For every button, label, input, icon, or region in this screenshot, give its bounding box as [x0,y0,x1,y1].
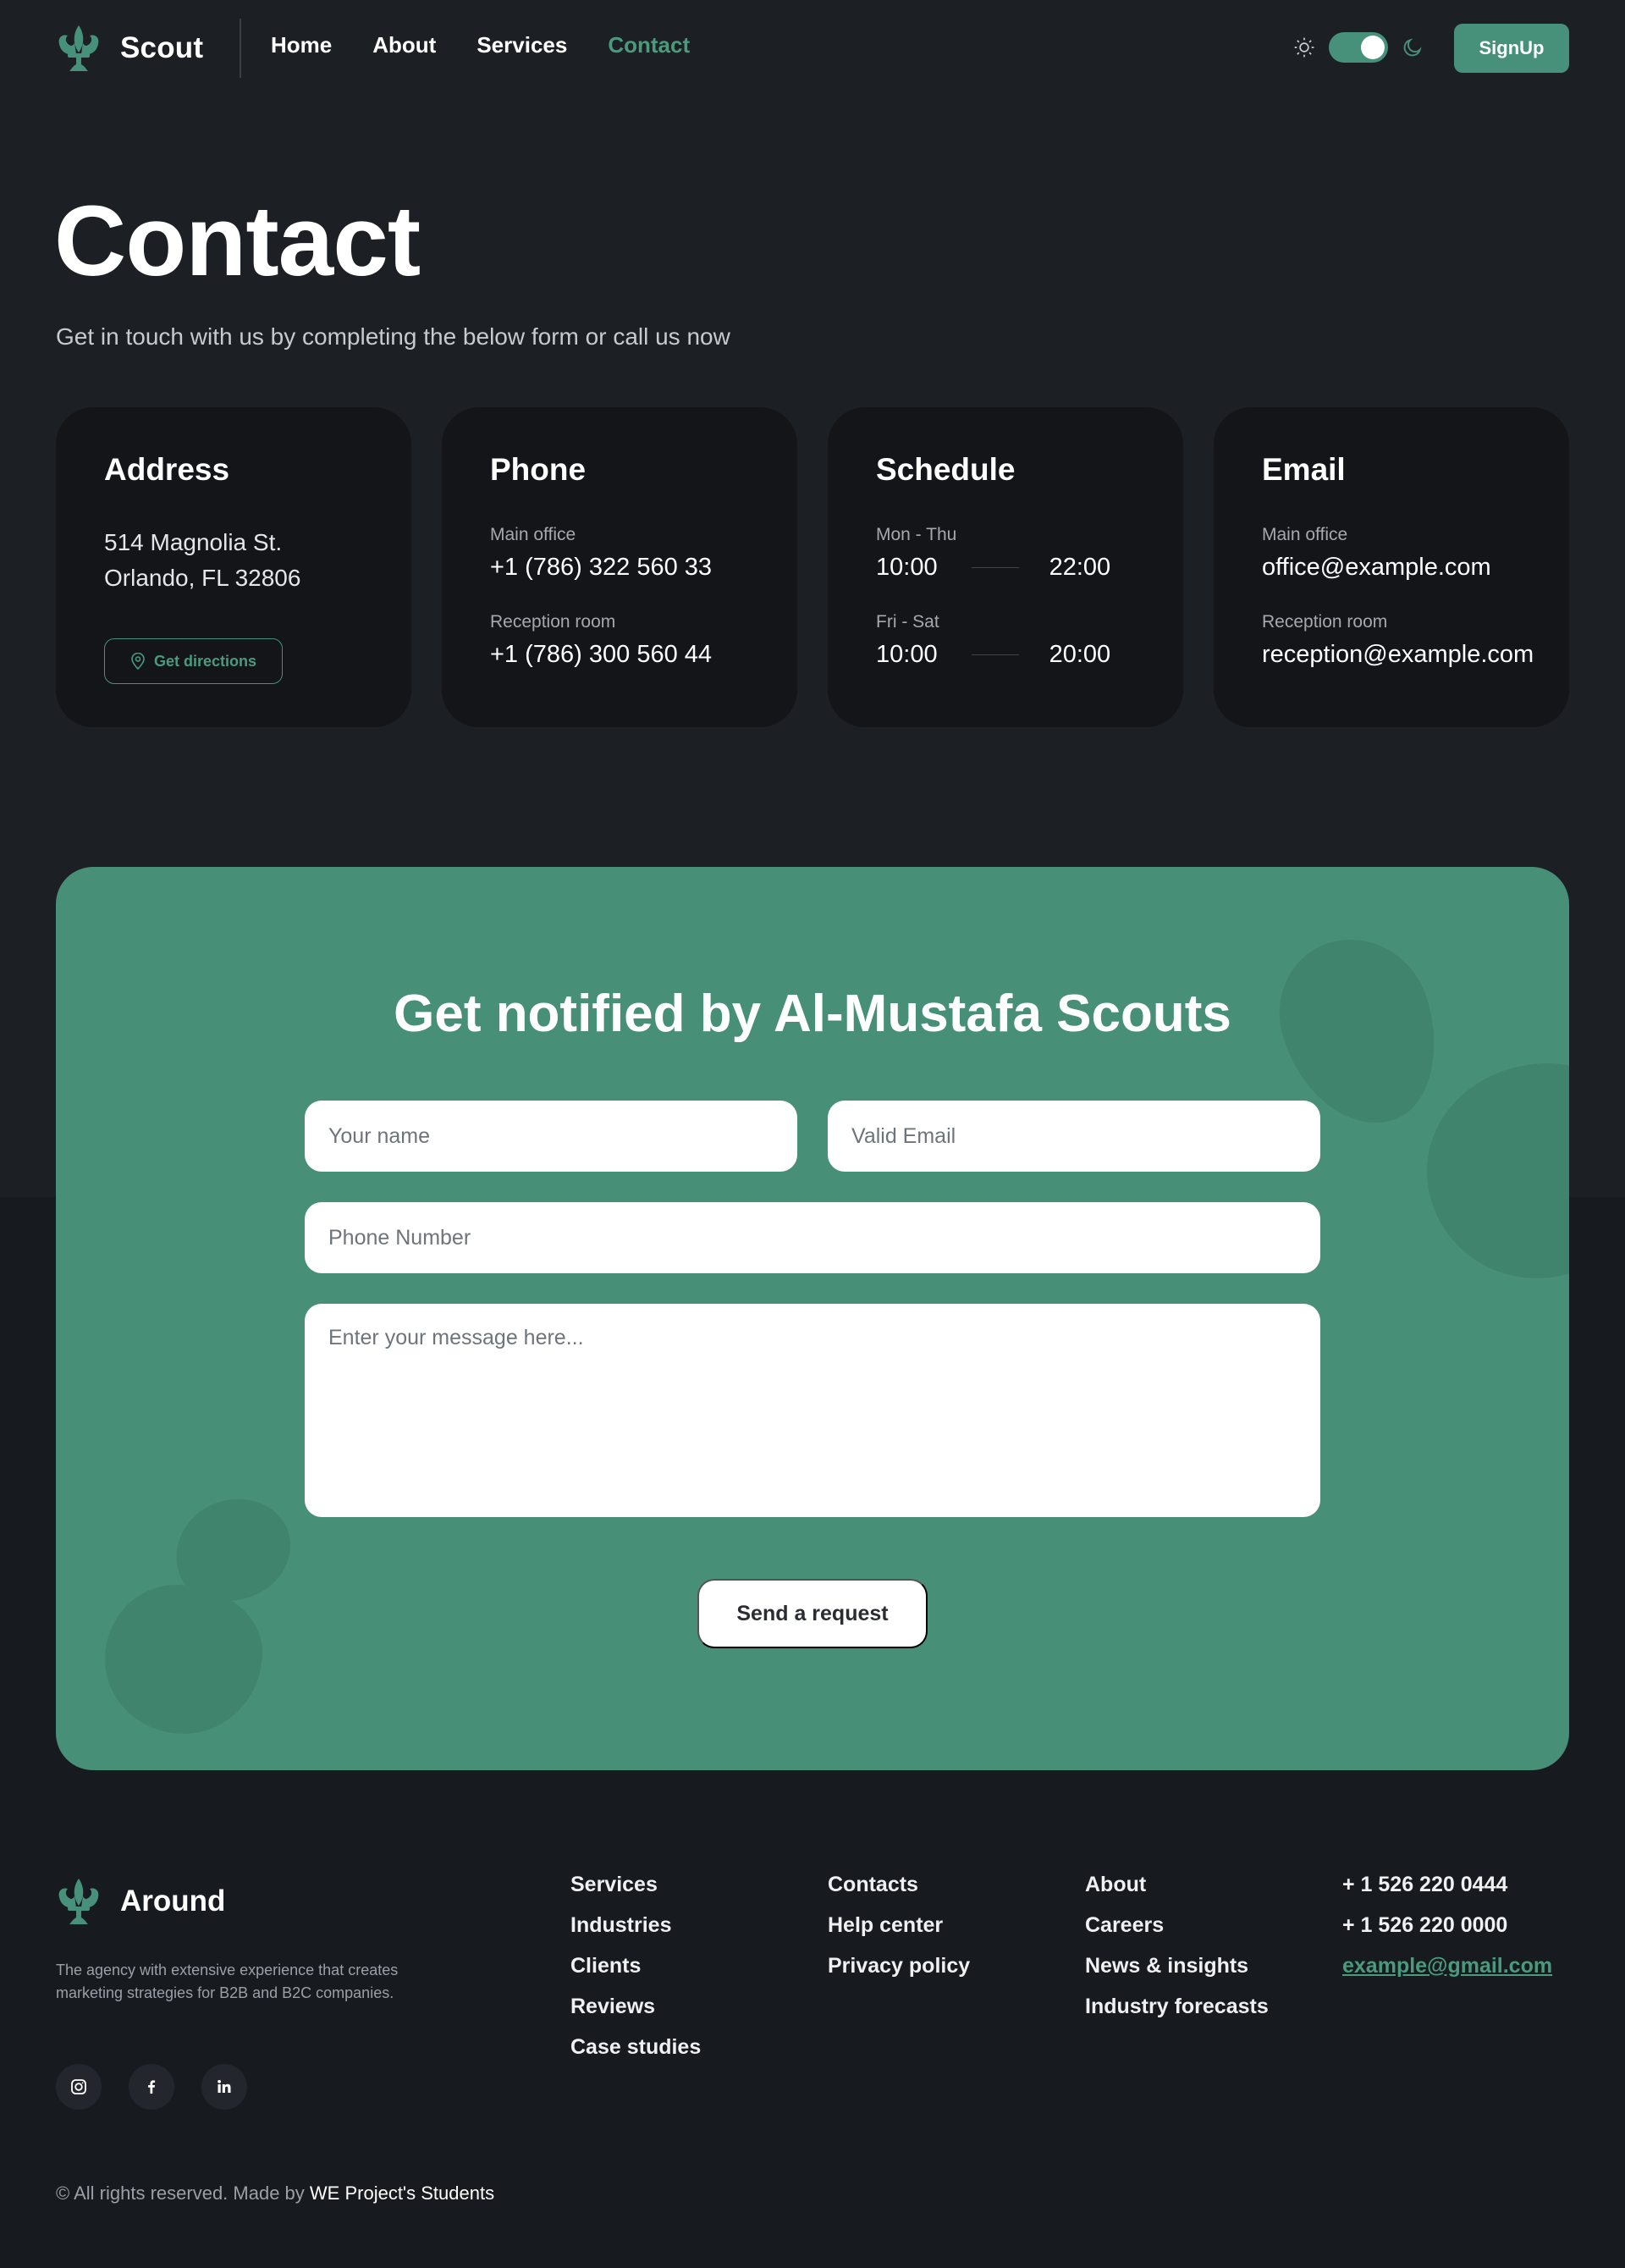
fleur-de-lis-icon [58,1879,99,1924]
schedule-close: 20:00 [1049,641,1111,668]
email-label: Main office [1262,525,1348,544]
footer-link[interactable]: Case studies [570,2036,701,2058]
footer-link[interactable]: Services [570,1873,701,1896]
copyright: © All rights reserved. Made by WE Projec… [56,2182,494,2205]
linkedin-icon [218,2079,231,2093]
schedule-hours: 10:00 22:00 [876,554,1135,582]
footer-brand[interactable]: Around [56,1877,225,1926]
get-directions-button[interactable]: Get directions [104,638,284,684]
schedule-days: Mon - Thu [876,525,957,544]
email-value[interactable]: reception@example.com [1262,641,1534,669]
nav-link-contact[interactable]: Contact [608,32,690,58]
form-title: Get notified by Al-Mustafa Scouts [394,985,1231,1043]
footer-column-contact: + 1 526 220 0444 + 1 526 220 0000 exampl… [1342,1873,1552,1977]
phone-label: Main office [490,525,576,544]
email-value[interactable]: office@example.com [1262,554,1521,582]
email-card-title: Email [1262,452,1346,487]
schedule-open: 10:00 [876,554,938,581]
footer-description: The agency with extensive experience tha… [56,1962,399,2001]
footer-column-support: Contacts Help center Privacy policy [828,1873,970,1977]
schedule-card-title: Schedule [876,452,1016,487]
instagram-icon [71,2079,86,2094]
map-pin-icon [131,653,145,670]
brand-logo[interactable]: Scout [56,24,203,73]
facebook-link[interactable] [129,2064,174,2110]
social-links [56,2064,247,2110]
footer-column-services: Services Industries Clients Reviews Case… [570,1873,701,2058]
email-card: Email Main office office@example.com Rec… [1214,407,1569,727]
schedule-open: 10:00 [876,641,938,668]
name-input[interactable]: Your name [305,1101,797,1172]
footer-column-company: About Careers News & insights Industry f… [1085,1873,1269,2017]
get-directions-label: Get directions [154,652,257,670]
facebook-icon [148,2080,156,2094]
nav-divider [240,19,241,78]
address-line-2: Orlando, FL 32806 [104,565,301,591]
footer-link[interactable]: Clients [570,1955,701,1977]
nav-link-services[interactable]: Services [476,32,567,58]
page-title: Contact [54,185,421,297]
schedule-card: Schedule Mon - Thu 10:00 22:00 Fri - Sat… [828,407,1183,727]
footer-link[interactable]: News & insights [1085,1955,1269,1977]
signup-button[interactable]: SignUp [1454,24,1569,73]
phone-card: Phone Main office +1 (786) 322 560 33 Re… [442,407,797,727]
footer-email-link[interactable]: example@gmail.com [1342,1955,1552,1977]
phone-input[interactable]: Phone Number [305,1202,1320,1273]
schedule-close: 22:00 [1049,554,1111,581]
phone-value[interactable]: +1 (786) 322 560 33 [490,554,749,582]
notify-form-section: Get notified by Al-Mustafa Scouts Your n… [56,867,1569,1770]
navbar: Scout Home About Services Contact SignUp [0,0,1625,97]
footer-link[interactable]: Privacy policy [828,1955,970,1977]
address-card: Address 514 Magnolia St. Orlando, FL 328… [56,407,411,727]
address-card-title: Address [104,452,230,487]
schedule-dash [971,654,1019,655]
decor-blob [1427,1063,1569,1278]
message-textarea[interactable]: Enter your message here... [305,1304,1320,1517]
address-line-1: 514 Magnolia St. [104,529,283,555]
toggle-knob [1361,36,1385,59]
footer-phone[interactable]: + 1 526 220 0444 [1342,1873,1552,1896]
fleur-de-lis-icon [58,25,99,71]
phone-label: Reception room [490,612,616,632]
theme-switcher [1293,32,1424,63]
schedule-hours: 10:00 20:00 [876,641,1135,669]
nav-links: Home About Services Contact [271,32,690,58]
email-input[interactable]: Valid Email [828,1101,1320,1172]
footer-link[interactable]: Careers [1085,1914,1269,1936]
instagram-link[interactable] [56,2064,102,2110]
footer-link[interactable]: Industries [570,1914,701,1936]
footer-phone[interactable]: + 1 526 220 0000 [1342,1914,1552,1936]
footer-link[interactable]: About [1085,1873,1269,1896]
nav-link-about[interactable]: About [372,32,436,58]
copyright-prefix: © All rights reserved. Made by [56,2182,305,2204]
copyright-author[interactable]: WE Project's Students [310,2182,494,2204]
brand-name: Scout [120,31,204,64]
send-request-button[interactable]: Send a request [697,1579,928,1648]
nav-link-home[interactable]: Home [271,32,332,58]
schedule-days: Fri - Sat [876,612,939,632]
footer-link[interactable]: Reviews [570,1995,701,2017]
footer-link[interactable]: Industry forecasts [1085,1995,1269,2017]
sun-icon [1294,37,1314,58]
linkedin-link[interactable] [201,2064,247,2110]
footer-link[interactable]: Help center [828,1914,970,1936]
schedule-dash [971,567,1019,568]
phone-card-title: Phone [490,452,587,487]
email-label: Reception room [1262,612,1388,632]
decor-blob [105,1585,262,1734]
page-subtitle: Get in touch with us by completing the b… [56,323,730,350]
footer-brand-name: Around [120,1884,226,1918]
phone-value[interactable]: +1 (786) 300 560 44 [490,641,749,669]
moon-icon [1403,38,1422,57]
theme-toggle[interactable] [1329,32,1388,63]
footer-link[interactable]: Contacts [828,1873,970,1896]
